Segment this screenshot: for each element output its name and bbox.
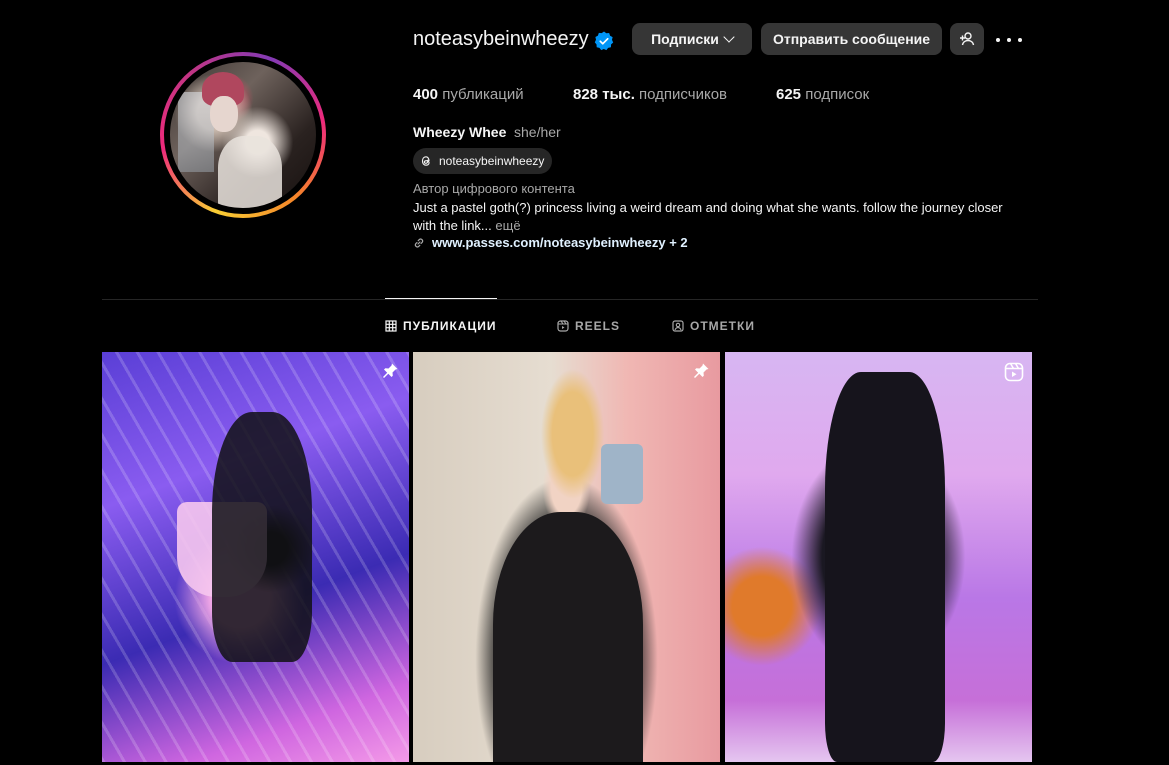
avatar-face-shape [210, 96, 238, 132]
bio-text: Just a pastel goth(?) princess living a … [413, 199, 1023, 235]
avatar-gap [164, 56, 322, 214]
tab-reels[interactable]: REELS [557, 319, 620, 333]
avatar-body-shape [218, 136, 282, 208]
tab-posts[interactable]: ПУБЛИКАЦИИ [385, 319, 496, 333]
tab-tagged-label: ОТМЕТКИ [690, 319, 755, 333]
send-message-label: Отправить сообщение [772, 31, 931, 47]
posts-stat: 400 публикаций [413, 86, 524, 103]
post-image-figure [212, 412, 312, 662]
avatar[interactable] [170, 62, 316, 208]
post-thumbnail[interactable] [413, 352, 720, 762]
grid-icon [385, 320, 397, 332]
tab-reels-label: REELS [575, 319, 621, 333]
more-options-icon[interactable] [996, 30, 1022, 50]
chevron-down-icon [723, 31, 735, 43]
external-link[interactable]: www.passes.com/noteasybeinwheezy + 2 [413, 235, 688, 250]
post-image-figure [493, 512, 643, 762]
verified-badge-icon [594, 31, 614, 51]
full-name: Wheezy Whee [413, 124, 507, 140]
tabs-divider [102, 299, 1038, 300]
tab-posts-label: ПУБЛИКАЦИИ [403, 319, 497, 333]
post-image-phone-shape [601, 444, 643, 504]
posts-label: публикаций [442, 86, 524, 103]
username: noteasybeinwheezy [413, 28, 589, 50]
link-url[interactable]: www.passes.com/noteasybeinwheezy [432, 235, 666, 250]
bio-more-link[interactable]: ещё [495, 218, 520, 233]
add-user-button[interactable] [950, 23, 984, 55]
followers-count: 828 тыс. [573, 86, 635, 103]
post-thumbnail[interactable] [725, 352, 1032, 762]
send-message-button[interactable]: Отправить сообщение [761, 23, 942, 55]
add-user-icon [960, 32, 975, 46]
pin-icon [694, 363, 709, 378]
active-tab-indicator [385, 298, 497, 299]
dot [996, 38, 1000, 42]
threads-icon [421, 156, 430, 166]
followers-stat[interactable]: 828 тыс. подписчиков [573, 86, 727, 103]
tagged-icon [672, 320, 684, 332]
pronouns: she/her [514, 124, 561, 140]
tab-tagged[interactable]: ОТМЕТКИ [672, 319, 755, 333]
story-ring[interactable] [160, 52, 326, 218]
following-count: 625 [776, 86, 802, 103]
threads-link-chip[interactable]: noteasybeinwheezy [413, 148, 553, 174]
reels-icon [557, 320, 569, 332]
posts-count: 400 [413, 86, 439, 103]
post-thumbnail[interactable] [102, 352, 409, 762]
threads-handle: noteasybeinwheezy [439, 154, 545, 168]
link-icon [414, 238, 424, 247]
post-image-figure [825, 372, 945, 762]
link-extra-count[interactable]: + 2 [666, 235, 687, 250]
following-stat-label: подписок [805, 86, 870, 103]
followers-label: подписчиков [639, 86, 728, 103]
dot [1007, 38, 1011, 42]
dot [1018, 38, 1022, 42]
following-button-label: Подписки [651, 31, 719, 47]
pin-icon [383, 363, 398, 378]
reel-icon [1004, 362, 1024, 382]
following-button[interactable]: Подписки [632, 23, 752, 55]
category-label: Автор цифрового контента [413, 181, 575, 196]
following-stat[interactable]: 625 подписок [776, 86, 869, 103]
